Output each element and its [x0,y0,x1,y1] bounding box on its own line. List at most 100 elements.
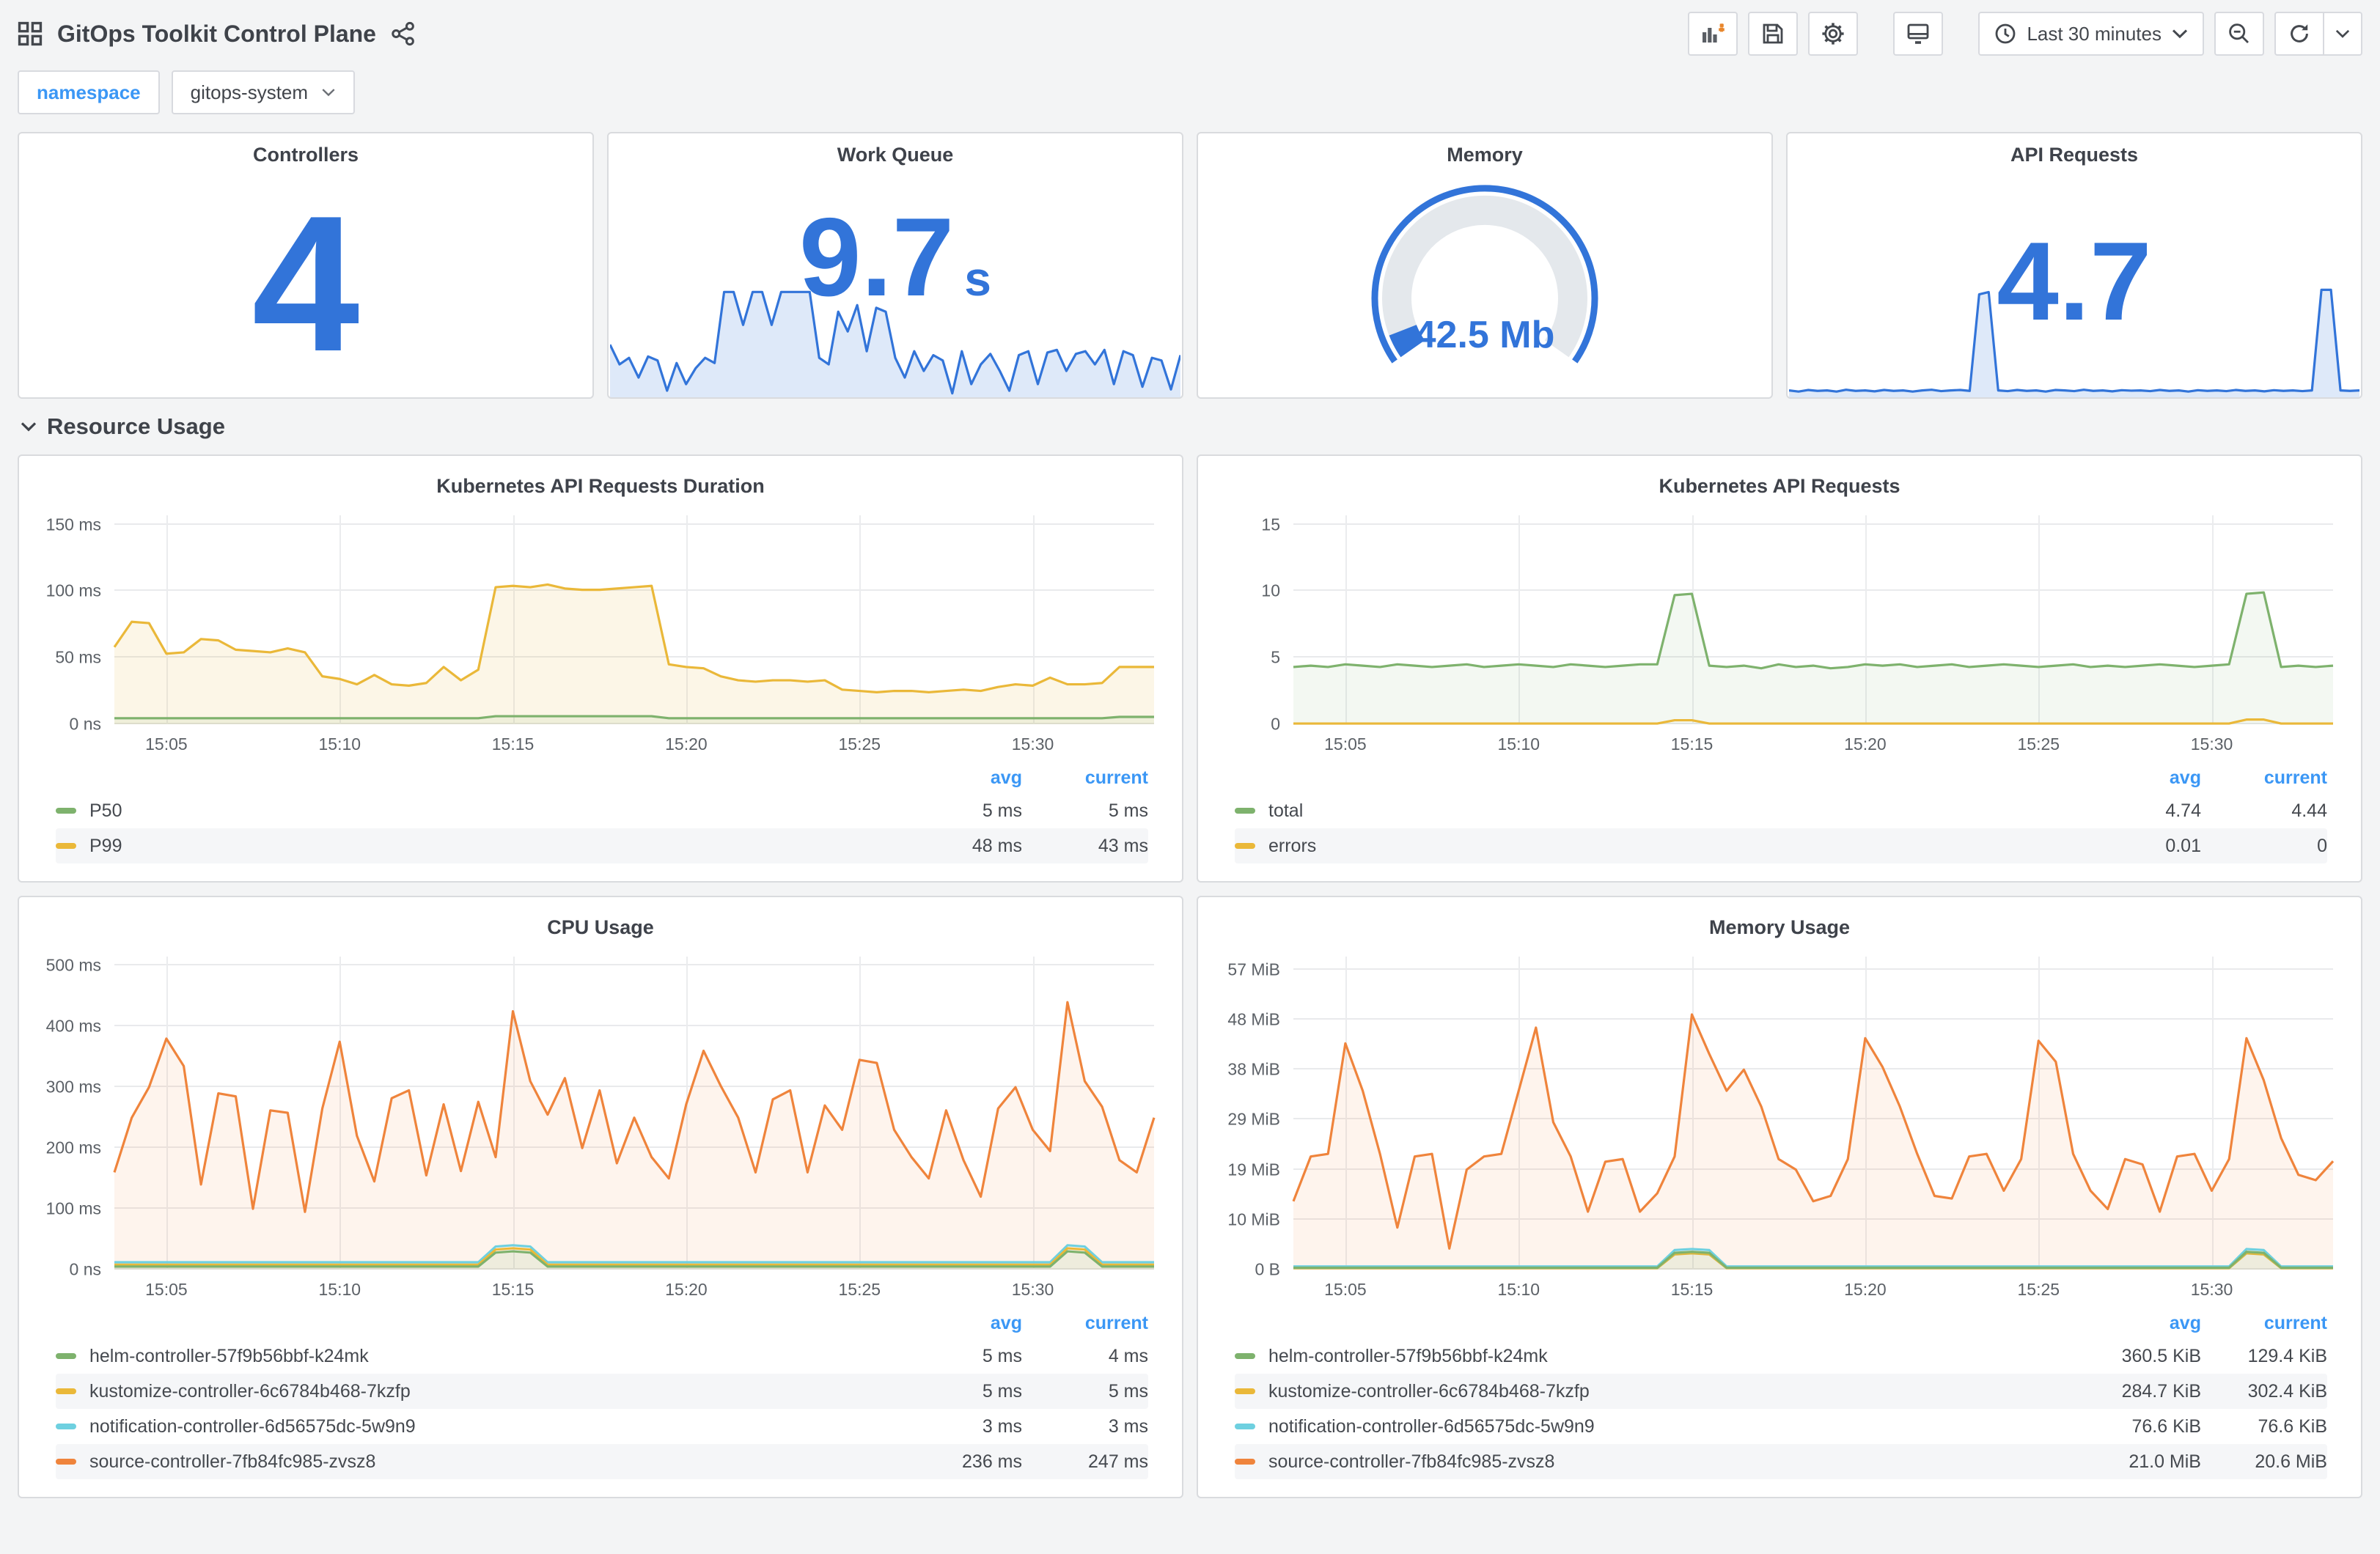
series-line-total [1293,592,2333,668]
chart-legend: avg current P50 5 ms 5 ms P99 48 ms 43 ms [32,759,1169,872]
cycle-view-mode-button[interactable] [1893,12,1944,56]
chart-plot-area[interactable] [114,957,1154,1270]
legend-col-avg[interactable]: avg [905,1313,1022,1334]
api-requests-sparkline [1789,283,2359,397]
legend-col-current[interactable]: current [1022,1313,1148,1334]
legend-swatch [56,1459,76,1465]
x-axis-tick: 15:05 [145,734,188,754]
chevron-down-icon [321,88,336,97]
dashboard-grid-icon [18,21,43,46]
legend-current-value: 3 ms [1108,1415,1148,1437]
save-dashboard-button[interactable] [1748,12,1799,56]
x-axis-tick: 15:05 [145,1280,188,1299]
work-queue-sparkline [610,268,1180,397]
dashboard-settings-button[interactable] [1808,12,1859,56]
legend-current-value: 247 ms [1088,1451,1148,1472]
legend-avg-value: 5 ms [982,1345,1022,1366]
panel-title[interactable]: Controllers [19,133,592,166]
series-area-total [1293,592,2333,724]
chart-canvas [1293,957,2333,1270]
legend-series-name: source-controller-7fb84fc985-zvsz8 [1235,1451,2084,1473]
legend-row[interactable]: source-controller-7fb84fc985-zvsz8 21.0 M… [1235,1444,2327,1479]
legend-col-avg[interactable]: avg [905,767,1022,789]
legend-avg-value: 4.74 [2165,800,2201,821]
y-axis-tick: 0 [1271,714,1280,734]
legend-row[interactable]: source-controller-7fb84fc985-zvsz8 236 ms… [56,1444,1148,1479]
section-resource-usage[interactable]: Resource Usage [0,399,2380,454]
variable-value-dropdown[interactable]: gitops-system [171,70,356,114]
legend-row[interactable]: notification-controller-6d56575dc-5w9n9 7… [1235,1409,2327,1444]
legend-avg-value: 5 ms [982,800,1022,821]
panel-title[interactable]: CPU Usage [32,906,1169,939]
legend-series-name: source-controller-7fb84fc985-zvsz8 [56,1451,905,1473]
legend-swatch [56,1388,76,1394]
legend-col-current[interactable]: current [2201,767,2327,789]
panel-cpu-usage: CPU Usage 0 ns 100 ms 200 ms 300 ms 400 ms 50… [18,896,1183,1498]
legend-series-name: notification-controller-6d56575dc-5w9n9 [1235,1416,2084,1437]
chart-plot-area[interactable] [1293,515,2333,724]
x-axis-tick: 15:15 [1670,734,1714,754]
legend-avg-value: 236 ms [962,1451,1022,1472]
legend-row[interactable]: errors 0.01 0 [1235,828,2327,863]
legend-current-value: 0 [2317,835,2327,856]
zoom-out-time-button[interactable] [2214,12,2264,56]
legend-row[interactable]: kustomize-controller-6c6784b468-7kzfp 5 m… [56,1374,1148,1409]
legend-swatch [1235,1353,1255,1359]
add-panel-button[interactable] [1688,12,1738,56]
legend-col-current[interactable]: current [1022,767,1148,789]
charts-row-1: Kubernetes API Requests Duration 0 ns 50 … [0,454,2380,883]
timeseries-chart: 0 ns 100 ms 200 ms 300 ms 400 ms 500 ms 15:05 1… [46,956,1154,1299]
refresh-interval-dropdown[interactable] [2324,12,2362,56]
legend-row[interactable]: P99 48 ms 43 ms [56,828,1148,863]
legend-series-name: P99 [56,836,905,857]
legend-header: avg current [56,762,1148,793]
legend-current-value: 43 ms [1098,835,1148,856]
legend-avg-value: 0.01 [2165,835,2201,856]
x-axis-tick: 15:30 [1011,734,1054,754]
legend-row[interactable]: P50 5 ms 5 ms [56,793,1148,828]
legend-avg-value: 21.0 MiB [2129,1451,2201,1472]
legend-row[interactable]: notification-controller-6d56575dc-5w9n9 3… [56,1409,1148,1444]
chart-plot-area[interactable] [1293,957,2333,1270]
x-axis-tick: 15:10 [318,1280,361,1299]
panel-title[interactable]: Kubernetes API Requests [1211,465,2348,498]
legend-row[interactable]: helm-controller-57f9b56bbf-k24mk 360.5 Ki… [1235,1338,2327,1374]
panel-title[interactable]: Memory [1198,133,1771,166]
x-axis-tick: 15:20 [1844,734,1887,754]
legend-current-value: 4 ms [1108,1345,1148,1366]
chart-legend: avg current total 4.74 4.44 errors 0.01 0 [1211,759,2348,872]
share-dashboard-icon[interactable] [391,21,416,46]
panel-title[interactable]: Memory Usage [1211,906,2348,939]
legend-swatch [1235,1388,1255,1394]
legend-swatch [56,1424,76,1429]
y-axis-tick: 15 [1261,515,1280,534]
memory-gauge: 42.5 Mb [1331,169,1639,395]
series-area-source-controller-7fb84fc985-zvsz8 [114,1002,1154,1270]
legend-header: avg current [56,1308,1148,1338]
legend-row[interactable]: total 4.74 4.44 [1235,793,2327,828]
legend-col-avg[interactable]: avg [2084,1313,2201,1334]
legend-header: avg current [1235,1308,2327,1338]
y-axis-tick: 0 B [1255,1259,1280,1279]
panel-title[interactable]: API Requests [1788,133,2361,166]
timeseries-chart: 0 ns 50 ms 100 ms 150 ms 15:05 15:10 15:15 15:2… [46,515,1154,754]
chart-plot-area[interactable] [114,515,1154,724]
gauge-arc [1331,169,1639,395]
x-axis-tick: 15:30 [1011,1280,1054,1299]
refresh-dashboard-button[interactable] [2274,12,2324,56]
legend-series-name: helm-controller-57f9b56bbf-k24mk [56,1346,905,1367]
panel-title[interactable]: Work Queue [609,133,1182,166]
panel-title[interactable]: Kubernetes API Requests Duration [32,465,1169,498]
sparkline-canvas [1789,283,2359,397]
x-axis-tick: 15:15 [491,1280,535,1299]
time-range-picker[interactable]: Last 30 minutes [1978,12,2204,56]
legend-row[interactable]: kustomize-controller-6c6784b468-7kzfp 284… [1235,1374,2327,1409]
y-axis-tick: 150 ms [45,515,101,534]
y-axis-tick: 100 ms [45,581,101,600]
panel-memory: Memory 42.5 Mb [1197,132,1773,399]
legend-col-avg[interactable]: avg [2084,767,2201,789]
legend-row[interactable]: helm-controller-57f9b56bbf-k24mk 5 ms 4 ms [56,1338,1148,1374]
panel-work-queue: Work Queue 9.7 s [607,132,1183,399]
legend-col-current[interactable]: current [2201,1313,2327,1334]
x-axis-tick: 15:15 [1670,1280,1714,1299]
